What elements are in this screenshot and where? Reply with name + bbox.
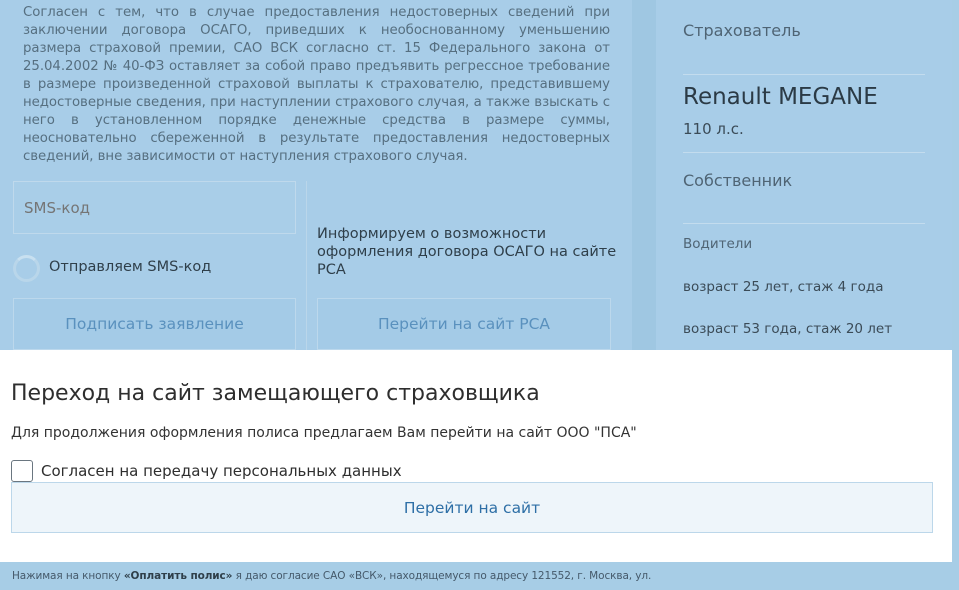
sign-application-button[interactable]: Подписать заявление [13,298,296,350]
footer-suffix: я даю согласие САО «ВСК», находящемуся п… [235,570,652,582]
modal-title: Переход на сайт замещающего страховщика [11,381,540,406]
column-divider [306,181,307,350]
footer-prefix: Нажимая на кнопку [12,570,121,582]
driver-item: возраст 53 года, стаж 20 лет [683,321,893,337]
sms-code-input[interactable] [13,181,296,234]
divider [683,223,925,224]
driver-item: возраст 25 лет, стаж 4 года [683,279,884,295]
go-to-site-button[interactable]: Перейти на сайт [11,482,933,533]
footer-consent-note: Нажимая на кнопку «Оплатить полис» я даю… [12,570,651,582]
loading-spinner-icon [13,255,40,282]
go-to-rsa-button[interactable]: Перейти на сайт РСА [317,298,611,350]
owner-label: Собственник [683,171,793,190]
insurer-label: Страхователь [683,21,801,40]
car-power: 110 л.с. [683,120,744,138]
divider [683,152,925,153]
legal-consent-text: Согласен с тем, что в случае предоставле… [23,5,610,164]
consent-label[interactable]: Согласен на передачу персональных данных [41,462,402,480]
drivers-label: Водители [683,236,753,252]
rsa-info-text: Информируем о возможности оформления дог… [317,226,617,278]
panel-gap [632,0,656,350]
footer-button-ref: «Оплатить полис» [123,570,233,582]
modal-description: Для продолжения оформления полиса предла… [11,425,637,441]
car-model: Renault MEGANE [683,84,878,110]
redirect-modal: Переход на сайт замещающего страховщика … [0,350,952,562]
divider [683,74,925,75]
sms-sending-status: Отправляем SMS-код [49,259,212,275]
consent-checkbox[interactable] [11,460,33,482]
